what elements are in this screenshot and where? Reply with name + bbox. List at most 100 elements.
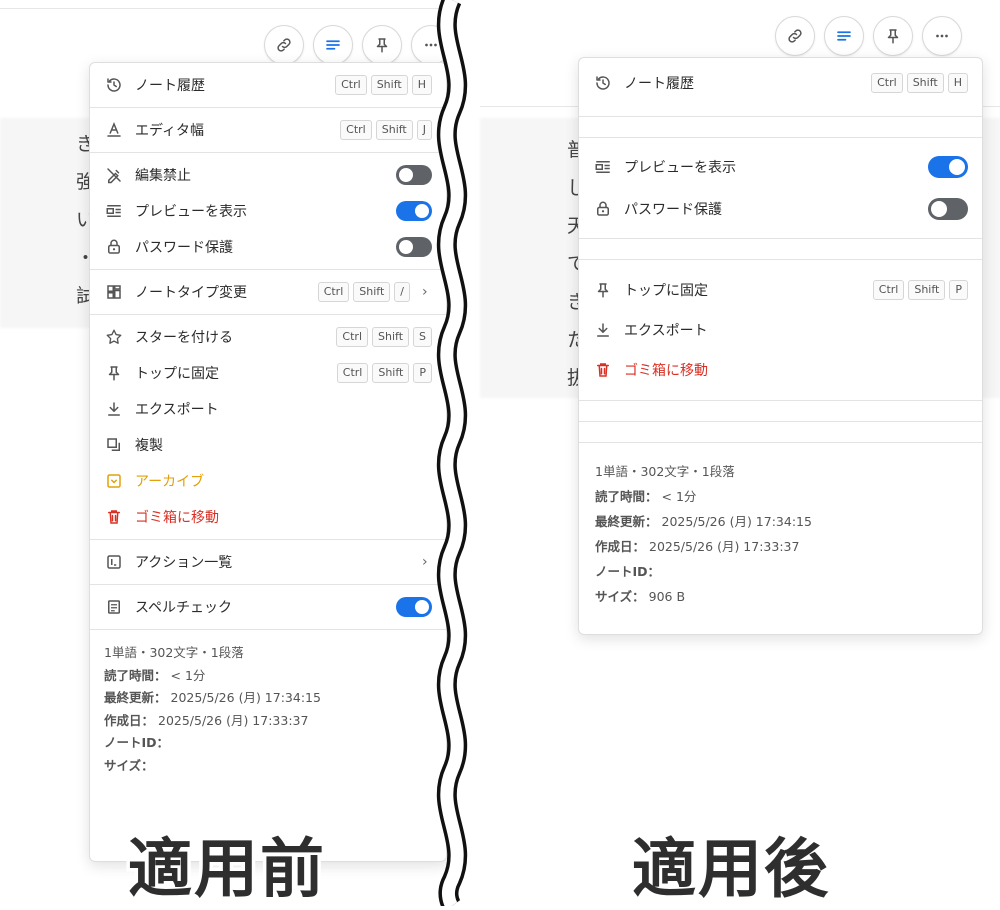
preview-toggle[interactable]	[396, 201, 432, 221]
menu-item-label: ゴミ箱に移動	[624, 363, 708, 379]
note-id-label: ノートID：	[104, 735, 170, 750]
preview-icon	[104, 201, 124, 221]
note-info: 1単語・302文字・1段落 読了時間： < 1分 最終更新： 2025/5/26…	[579, 443, 982, 625]
caption-before: 適用前	[125, 830, 328, 910]
spellcheck-toggle[interactable]	[396, 597, 432, 617]
link-icon	[788, 29, 802, 43]
key: Ctrl	[871, 73, 903, 93]
menu-item-duplicate[interactable]: 複製	[90, 427, 446, 463]
trash-icon	[593, 360, 613, 380]
menu-item-label: エディタ幅	[135, 123, 205, 139]
lock-icon	[104, 237, 124, 257]
created-label: 作成日：	[104, 712, 155, 728]
created-value: 2025/5/26 (月) 17:33:37	[158, 712, 309, 728]
more-button[interactable]	[922, 16, 962, 56]
password-toggle[interactable]	[396, 237, 432, 257]
menu-item-password-protect[interactable]: パスワード保護	[90, 229, 446, 265]
more-icon	[936, 34, 948, 38]
link-button[interactable]	[775, 16, 815, 56]
menu-item-read-only[interactable]: 編集禁止	[90, 157, 446, 193]
read-time-row: 読了時間： < 1分	[595, 484, 966, 509]
shortcut-keys: Ctrl Shift J	[340, 120, 432, 140]
pin-button[interactable]	[362, 25, 402, 65]
menu-section: アクション一覧 ›	[90, 540, 446, 585]
menu-section: スターを付ける Ctrl Shift S トップに固定 Ctrl Shift P エクス…	[90, 315, 446, 540]
menu-item-trash[interactable]: ゴミ箱に移動	[579, 350, 982, 390]
key: Ctrl	[335, 75, 367, 95]
menu-item-spellcheck[interactable]: スペルチェック	[90, 589, 446, 625]
menu-item-pin-top[interactable]: トップに固定 Ctrl Shift P	[90, 355, 446, 391]
size-row: サイズ：	[104, 755, 432, 778]
shortcut-keys: Ctrl Shift /	[317, 282, 410, 302]
edit-lock-toggle[interactable]	[396, 165, 432, 185]
menu-item-archive[interactable]: アーカイブ	[90, 463, 446, 499]
menu-item-show-preview[interactable]: プレビューを表示	[90, 193, 446, 229]
menu-item-action-list[interactable]: アクション一覧 ›	[90, 544, 446, 580]
menu-section: スペルチェック	[90, 585, 446, 630]
menu-item-label: トップに固定	[135, 366, 219, 382]
link-icon	[277, 38, 291, 52]
menu-item-export[interactable]: エクスポート	[579, 310, 982, 350]
menu-item-label: アクション一覧	[135, 555, 233, 571]
edit-off-icon	[104, 165, 124, 185]
key: Ctrl	[336, 327, 368, 347]
menu-item-label: ノート履歴	[135, 78, 205, 94]
size-value: 906 B	[648, 589, 686, 604]
password-toggle[interactable]	[928, 198, 968, 220]
note-stats: 1単語・302文字・1段落	[104, 645, 244, 660]
menu-item-change-note-type[interactable]: ノートタイプ変更 Ctrl Shift / ›	[90, 274, 446, 310]
outline-button[interactable]	[313, 25, 353, 65]
menu-section-empty	[579, 239, 982, 260]
preview-toggle[interactable]	[928, 156, 968, 178]
menu-item-note-history[interactable]: ノート履歴 Ctrl Shift H	[90, 67, 446, 103]
action-icon	[104, 552, 124, 572]
menu-item-label: ゴミ箱に移動	[135, 510, 219, 526]
menu-item-label: エクスポート	[135, 402, 219, 418]
menu-item-show-preview[interactable]: プレビューを表示	[579, 146, 982, 188]
menu-section: トップに固定 Ctrl Shift P エクスポート ゴミ箱に移動	[579, 260, 982, 401]
menu-section: ノート履歴 Ctrl Shift H	[579, 58, 982, 117]
key: Shift	[908, 280, 946, 300]
menu-section-empty	[579, 117, 982, 138]
download-icon	[593, 320, 613, 340]
pin-button[interactable]	[873, 16, 913, 56]
link-button[interactable]	[264, 25, 304, 65]
toolbar-before	[264, 25, 451, 65]
toggle-knob	[399, 240, 413, 254]
outline-button[interactable]	[824, 16, 864, 56]
menu-item-export[interactable]: エクスポート	[90, 391, 446, 427]
download-icon	[104, 399, 124, 419]
toolbar-after	[775, 16, 962, 56]
shortcut-keys: Ctrl Shift H	[335, 75, 432, 95]
menu-section: ノート履歴 Ctrl Shift H	[90, 63, 446, 108]
menu-item-label: 編集禁止	[135, 168, 191, 184]
lock-icon	[593, 199, 613, 219]
note-menu-before: ノート履歴 Ctrl Shift H エディタ幅 Ctrl Shift J 編集禁止 プ…	[89, 62, 447, 862]
toggle-knob	[399, 168, 413, 182]
key: Ctrl	[872, 280, 905, 300]
wavy-divider	[436, 0, 468, 906]
menu-item-label: ノート履歴	[624, 76, 694, 92]
text-width-icon	[104, 120, 124, 140]
read-time-label: 読了時間：	[104, 667, 167, 683]
key: Shift	[375, 120, 413, 140]
grid-icon	[104, 282, 124, 302]
updated-row: 最終更新： 2025/5/26 (月) 17:34:15	[595, 509, 966, 534]
key: H	[947, 73, 968, 93]
created-row: 作成日： 2025/5/26 (月) 17:33:37	[595, 534, 966, 559]
menu-item-note-history[interactable]: ノート履歴 Ctrl Shift H	[579, 65, 982, 101]
pin-icon	[593, 280, 613, 300]
menu-item-star[interactable]: スターを付ける Ctrl Shift S	[90, 319, 446, 355]
read-time-value: < 1分	[170, 667, 206, 683]
menu-item-trash[interactable]: ゴミ箱に移動	[90, 499, 446, 535]
menu-item-pin-top[interactable]: トップに固定 Ctrl Shift P	[579, 270, 982, 310]
menu-item-password-protect[interactable]: パスワード保護	[579, 188, 982, 230]
menu-item-label: トップに固定	[624, 283, 708, 299]
menu-item-editor-width[interactable]: エディタ幅 Ctrl Shift J	[90, 112, 446, 148]
pin-icon	[104, 363, 124, 383]
trash-icon	[104, 507, 124, 527]
menu-item-label: ノートタイプ変更	[135, 285, 247, 301]
note-menu-after: ノート履歴 Ctrl Shift H プレビューを表示 パスワード保護 トップに固定…	[578, 57, 983, 635]
menu-item-label: パスワード保護	[135, 240, 233, 256]
caption-after: 適用後	[629, 830, 832, 910]
